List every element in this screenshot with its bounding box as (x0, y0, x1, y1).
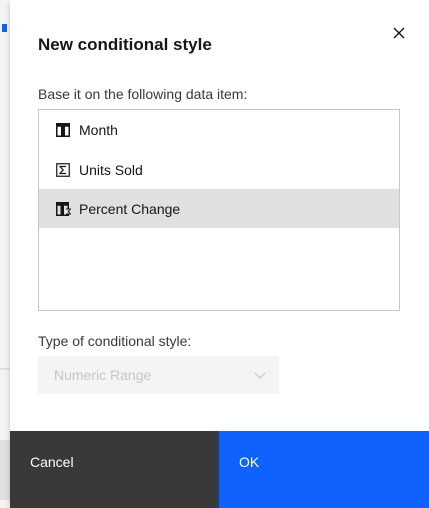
background-page-divider (0, 368, 10, 370)
dialog-title: New conditional style (38, 35, 212, 54)
list-item-month[interactable]: Month (39, 110, 399, 149)
list-item-percent-change[interactable]: Percent Change (39, 189, 399, 228)
background-page-edge (0, 22, 10, 34)
sigma-measure-icon (55, 162, 71, 178)
data-item-label: Base it on the following data item: (38, 86, 248, 102)
list-item-label: Percent Change (79, 200, 181, 217)
style-type-select[interactable]: Numeric Range (38, 356, 279, 394)
calculated-column-icon (55, 201, 71, 217)
list-item-label: Month (79, 121, 118, 138)
close-button[interactable] (388, 22, 410, 44)
ok-button[interactable]: OK (219, 431, 429, 508)
dialog-footer: Cancel OK (10, 431, 429, 508)
list-item-units-sold[interactable]: Units Sold (39, 150, 399, 189)
style-type-label: Type of conditional style: (38, 333, 192, 349)
list-item-label: Units Sold (79, 161, 143, 178)
background-page-block (0, 440, 10, 500)
close-icon (393, 27, 405, 39)
new-conditional-style-dialog: New conditional style Base it on the fol… (10, 0, 429, 508)
style-type-value: Numeric Range (54, 366, 152, 383)
attribute-column-icon (55, 122, 71, 138)
chevron-down-icon (254, 372, 266, 379)
cancel-button[interactable]: Cancel (10, 431, 219, 508)
data-item-list[interactable]: Month Units Sold Percent Change (38, 109, 400, 311)
